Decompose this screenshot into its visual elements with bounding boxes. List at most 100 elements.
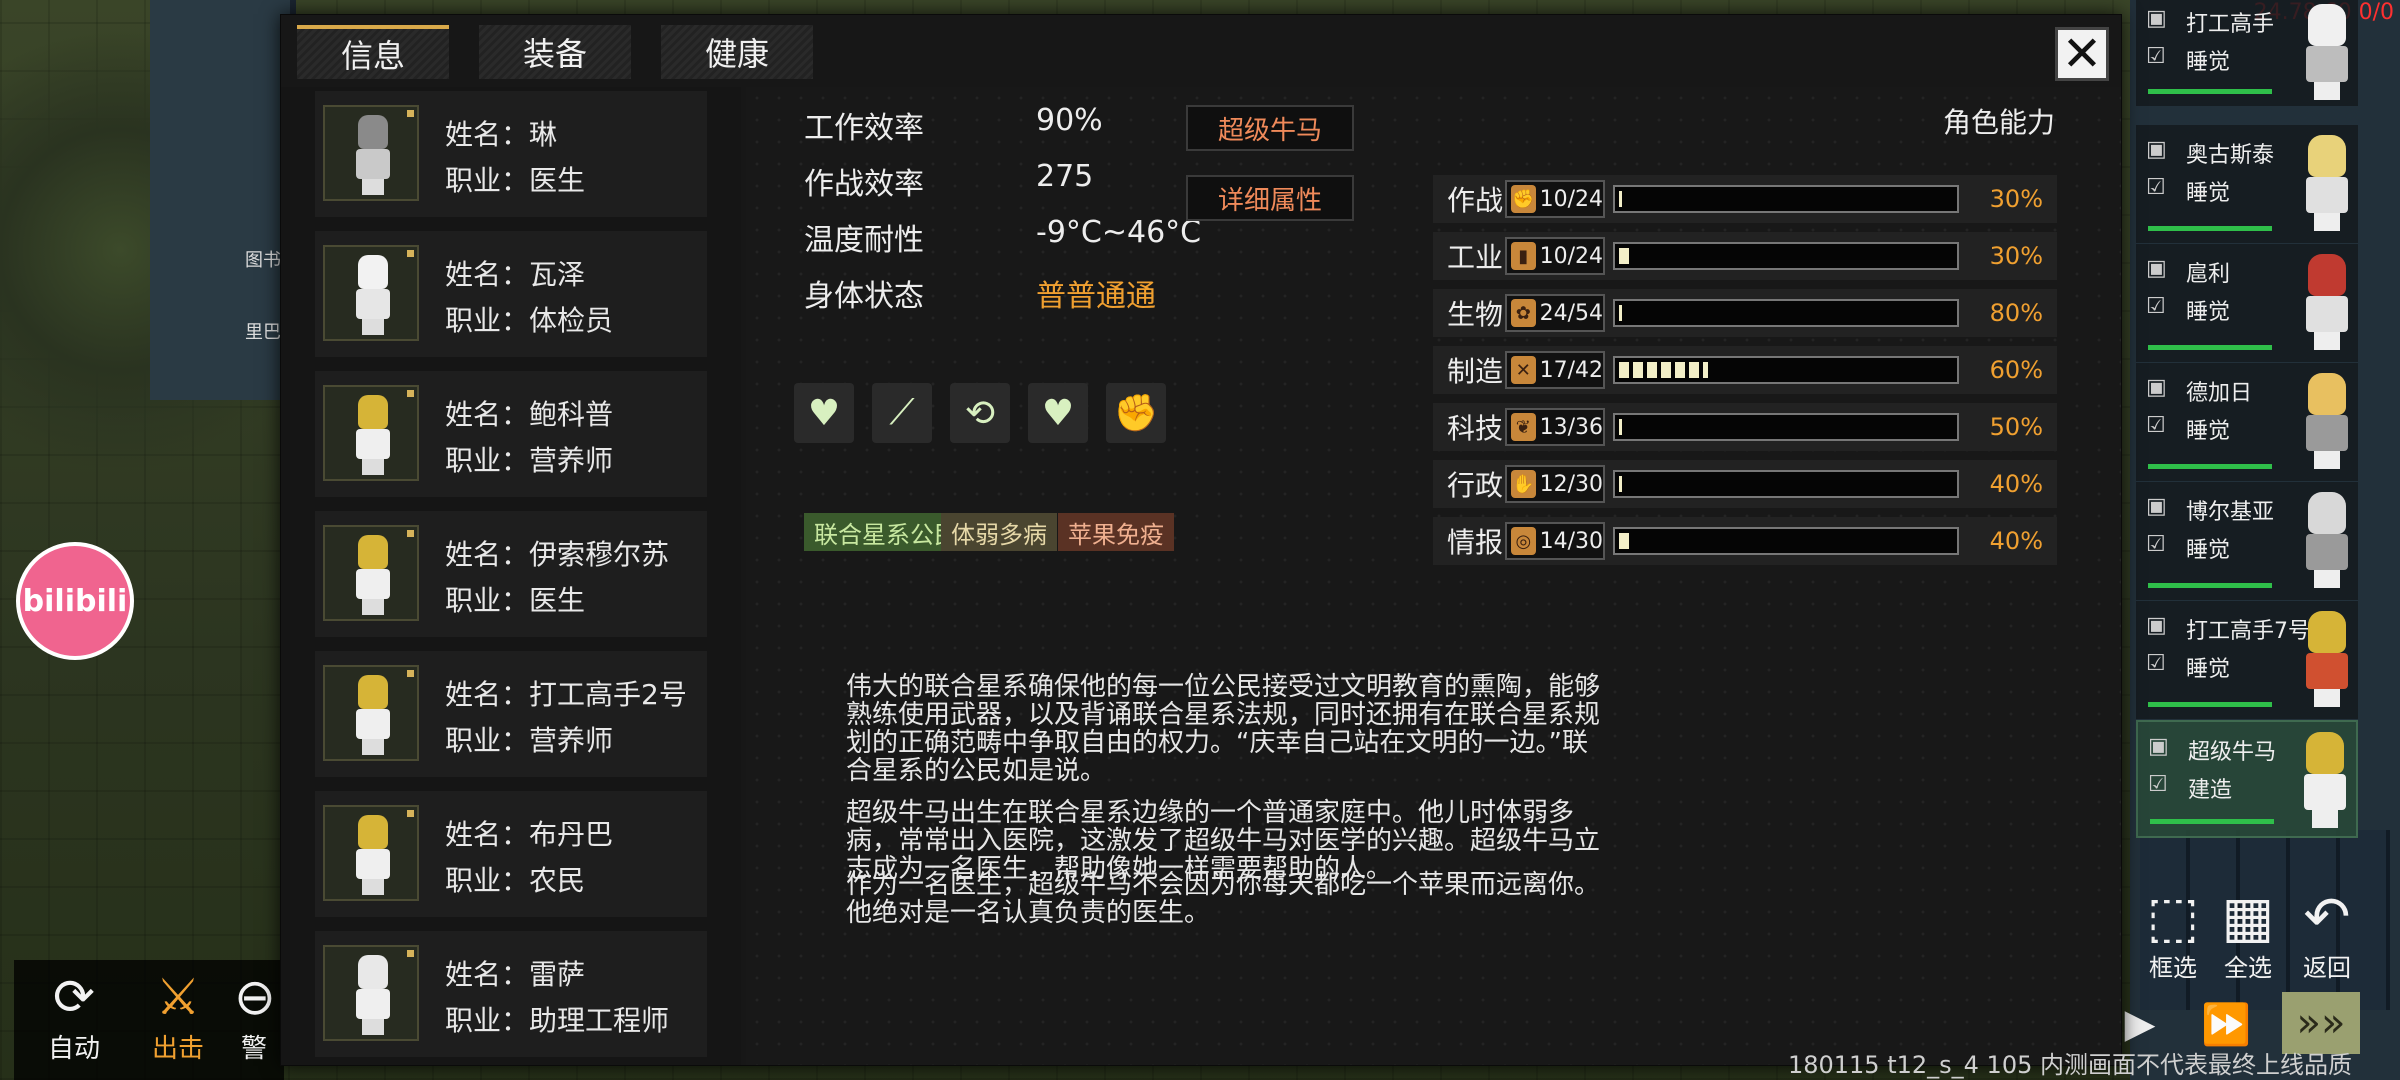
character-job: 职业：助理工程师 xyxy=(445,1004,670,1037)
colonist-card[interactable]: ▣ ☑ 奥古斯泰 睡觉 xyxy=(2136,125,2358,243)
character-list-item[interactable]: 姓名：雷萨职业：助理工程师 xyxy=(315,931,707,1057)
id-badge-icon: ▣ xyxy=(2146,6,2167,31)
abilities-title: 角色能力 xyxy=(1942,106,2055,139)
ability-progress-fill xyxy=(1619,362,1708,378)
colonist-health-bar xyxy=(2148,226,2272,231)
avatar-legs xyxy=(2314,213,2340,231)
colonist-health-bar xyxy=(2148,345,2272,350)
triple-arrow-icon: »» xyxy=(2296,1000,2346,1046)
colonist-status: 建造 xyxy=(2188,778,2233,803)
heart-plus-icon[interactable]: ♥ xyxy=(1028,383,1088,443)
ability-progress-bar xyxy=(1613,242,1959,270)
colonist-status: 睡觉 xyxy=(2186,538,2231,563)
alert-button[interactable]: ⊖ 警 xyxy=(234,966,274,1065)
tab-bar: 信息 装备 健康 xyxy=(297,25,813,79)
back-button[interactable]: ↶ 返回 xyxy=(2272,888,2382,983)
character-list-item[interactable]: 姓名：伊索穆尔苏 职业：医生 xyxy=(315,511,707,637)
auto-cycle-icon: ⟳ xyxy=(53,968,95,1026)
close-button[interactable]: ✕ xyxy=(2055,27,2109,81)
fast-forward-button[interactable]: ⏩ xyxy=(2190,996,2262,1052)
character-list-item[interactable]: 姓名：琳 职业：医生 xyxy=(315,91,707,217)
back-label: 返回 xyxy=(2303,954,2351,982)
colonist-card[interactable]: ▣ ☑ 打工高手7号 睡觉 xyxy=(2136,601,2358,719)
ability-row: 情报 ◎ 14/30 40% xyxy=(1433,517,2057,565)
stat-value: 90% xyxy=(1036,103,1103,138)
box-select-label: 框选 xyxy=(2149,954,2197,982)
stat-label: 工作效率 xyxy=(804,111,924,146)
character-portrait xyxy=(323,805,419,901)
crossed-swords-icon: ⚔ xyxy=(155,968,201,1026)
ability-level-badge: ✕ 17/42 xyxy=(1505,351,1605,389)
ability-level-value: 12/30 xyxy=(1539,471,1603,497)
avatar-legs xyxy=(2314,82,2340,100)
colonist-health-bar xyxy=(2148,583,2272,588)
ability-level-badge: ❦ 13/36 xyxy=(1505,408,1605,446)
sprite-legs xyxy=(362,599,384,615)
avatar-head xyxy=(2308,492,2346,534)
ability-row: 生物 ✿ 24/54 80% xyxy=(1433,289,2057,337)
character-job: 职业：营养师 xyxy=(445,444,614,477)
tab-equipment[interactable]: 装备 xyxy=(479,25,631,79)
auto-button[interactable]: ⟳ 自动 xyxy=(32,966,116,1065)
colonist-card[interactable]: ▣ ☑ 打工高手 睡觉 xyxy=(2136,0,2358,106)
character-name: 姓名：雷萨 xyxy=(445,958,586,991)
close-icon: ✕ xyxy=(2061,26,2103,82)
sprite-body xyxy=(356,149,390,179)
colonist-name: 超级牛马 xyxy=(2188,740,2277,765)
sprite-body xyxy=(356,849,390,879)
attack-button[interactable]: ⚔ 出击 xyxy=(136,966,220,1065)
bilibili-logo: bilibili xyxy=(16,542,134,660)
name-tag-button[interactable]: 超级牛马 xyxy=(1186,105,1354,151)
fist-icon[interactable]: ✊ xyxy=(1106,383,1166,443)
portrait-corner-marker xyxy=(407,950,414,957)
detail-attributes-button[interactable]: 详细属性 xyxy=(1186,175,1354,221)
ability-percent: 60% xyxy=(1989,356,2043,384)
character-sprite xyxy=(353,815,393,895)
character-list-item[interactable]: 姓名：鲍科普 职业：营养师 xyxy=(315,371,707,497)
trait-badge[interactable]: 体弱多病 xyxy=(941,513,1057,551)
building-sign: 图书 xyxy=(245,250,281,271)
character-job: 职业：农民 xyxy=(445,864,586,897)
avatar-body xyxy=(2306,296,2348,332)
ability-name: 工业 xyxy=(1447,241,1504,274)
feather-icon[interactable]: ⟋ xyxy=(872,383,932,443)
character-name: 姓名：瓦泽 xyxy=(445,258,586,291)
swap-icon[interactable]: ⟲ xyxy=(950,383,1010,443)
colonist-card[interactable]: ▣ ☑ 博尔基亚 睡觉 xyxy=(2136,482,2358,600)
ability-level-value: 14/30 xyxy=(1539,528,1603,554)
portrait-corner-marker xyxy=(407,110,414,117)
character-list-item[interactable]: 姓名：布丹巴 职业：农民 xyxy=(315,791,707,917)
tab-info[interactable]: 信息 xyxy=(297,25,449,79)
ability-level-badge: ◎ 14/30 xyxy=(1505,522,1605,560)
colonist-name: 扈利 xyxy=(2186,262,2231,287)
character-list-item[interactable]: 姓名：打工高手2号 职业：营养师 xyxy=(315,651,707,777)
colonist-avatar xyxy=(2302,373,2352,469)
id-badge-icon: ▣ xyxy=(2146,137,2167,162)
ability-name: 制造 xyxy=(1447,355,1504,388)
ability-name: 行政 xyxy=(1447,469,1504,502)
sprite-head xyxy=(358,115,388,149)
stat-label: 温度耐性 xyxy=(804,223,924,258)
portrait-corner-marker xyxy=(407,810,414,817)
character-portrait xyxy=(323,665,419,761)
colonist-card[interactable]: ▣ ☑ 超级牛马 建造 xyxy=(2136,720,2358,838)
avatar-legs xyxy=(2314,451,2340,469)
character-info-panel: 信息 装备 健康 ✕ 姓名：琳 职业：医生 姓名：瓦泽 职业：体检员 姓名：鲍科普 职业：… xyxy=(280,14,2122,1066)
ability-progress-fill xyxy=(1619,419,1622,435)
colonist-card[interactable]: ▣ ☑ 扈利 睡觉 xyxy=(2136,244,2358,362)
sprite-head xyxy=(358,255,388,289)
sprite-head xyxy=(358,395,388,429)
book-icon: ▮ xyxy=(1511,242,1536,270)
colonist-card[interactable]: ▣ ☑ 德加日 睡觉 xyxy=(2136,363,2358,481)
heal-plus-icon[interactable]: ♥ xyxy=(794,383,854,443)
ability-row: 科技 ❦ 13/36 50% xyxy=(1433,403,2057,451)
tab-health[interactable]: 健康 xyxy=(661,25,813,79)
checkbox-icon: ☑ xyxy=(2146,175,2166,200)
avatar-head xyxy=(2308,254,2346,296)
ability-progress-bar xyxy=(1613,470,1959,498)
sprite-head xyxy=(358,815,388,849)
character-list-item[interactable]: 姓名：瓦泽 职业：体检员 xyxy=(315,231,707,357)
trait-badge[interactable]: 苹果免疫 xyxy=(1058,513,1174,551)
colonist-health-bar xyxy=(2148,464,2272,469)
colonist-name: 奥古斯泰 xyxy=(2186,143,2275,168)
